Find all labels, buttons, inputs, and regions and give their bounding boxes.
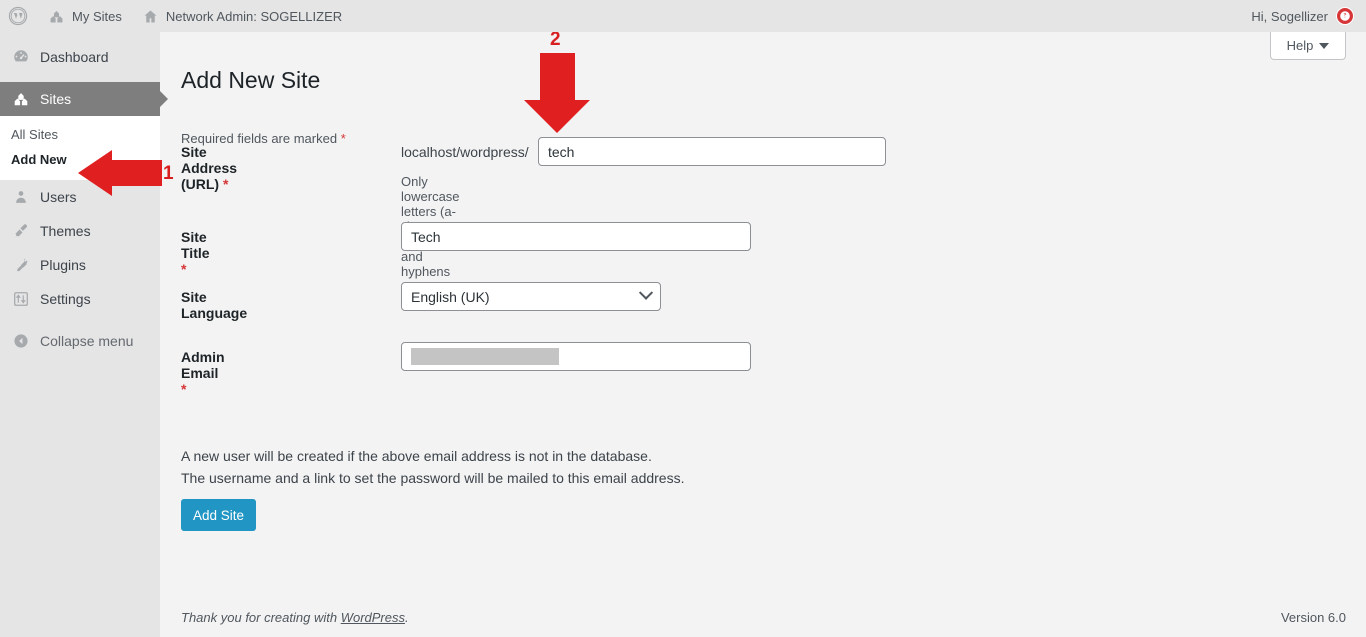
sidebar-item-label: Settings: [40, 291, 91, 307]
help-button-label: Help: [1286, 38, 1314, 53]
sidebar-item-settings[interactable]: Settings: [0, 282, 160, 316]
footer-credit-suffix: .: [405, 610, 409, 625]
sidebar-item-collapse-menu[interactable]: Collapse menu: [0, 324, 160, 358]
footer-credit-prefix: Thank you for creating with: [181, 610, 341, 625]
sidebar-item-label: Themes: [40, 223, 91, 239]
sidebar-subitem-all-sites[interactable]: All Sites: [0, 122, 160, 147]
sidebar-gap-1: [0, 74, 160, 82]
avatar: [1336, 7, 1354, 25]
wordpress-link[interactable]: WordPress: [341, 610, 405, 625]
sidebar-item-users[interactable]: Users: [0, 180, 160, 214]
sidebar-item-label: Plugins: [40, 257, 86, 273]
wordpress-logo-icon: [8, 6, 28, 26]
email-note-line-1: A new user will be created if the above …: [181, 448, 652, 464]
page-title: Add New Site: [181, 67, 321, 94]
settings-icon: [11, 289, 31, 309]
my-sites-label: My Sites: [72, 8, 122, 24]
dashboard-icon: [11, 47, 31, 67]
sidebar-item-plugins[interactable]: Plugins: [0, 248, 160, 282]
sidebar-top-gap: [0, 32, 160, 40]
multisite-icon: [48, 8, 65, 25]
site-address-required-asterisk: *: [223, 176, 229, 192]
admin-email-label-text: Admin Email: [181, 349, 225, 381]
admin-sidebar: Dashboard Sites All Sites Add New Users: [0, 32, 168, 637]
site-address-prefix: localhost/wordpress/: [401, 144, 529, 160]
admin-email-required-asterisk: *: [181, 381, 187, 397]
site-language-label-text: Site Language: [181, 289, 248, 321]
network-admin-label: Network Admin: SOGELLIZER: [165, 8, 343, 24]
site-address-label-text: Site Address (URL): [181, 144, 238, 192]
help-button[interactable]: Help: [1270, 32, 1346, 60]
chevron-down-icon: [1319, 42, 1330, 49]
plugins-icon: [11, 255, 31, 275]
add-site-button[interactable]: Add Site: [181, 499, 257, 531]
site-language-value: English (UK): [411, 288, 490, 305]
collapse-arrow-icon: [11, 331, 31, 351]
sidebar-item-label: Dashboard: [40, 49, 109, 65]
admin-email-label: Admin Email *: [181, 349, 225, 397]
sidebar-collapse-label: Collapse menu: [40, 333, 134, 349]
sidebar-gap-2: [0, 316, 160, 324]
users-icon: [11, 187, 31, 207]
admin-email-input[interactable]: [401, 342, 751, 371]
site-title-input[interactable]: [401, 222, 751, 251]
site-title-label-text: Site Title: [181, 229, 210, 261]
email-note: A new user will be created if the above …: [181, 445, 684, 489]
site-title-required-asterisk: *: [181, 261, 187, 277]
sites-icon: [11, 89, 31, 109]
sidebar-item-label: Users: [40, 189, 77, 205]
main-content: Help Add New Site Required fields are ma…: [160, 32, 1366, 637]
version-label: Version 6.0: [1280, 610, 1346, 625]
account-menu[interactable]: Hi, Sogellizer: [1251, 0, 1366, 32]
sidebar-submenu-sites: All Sites Add New: [0, 116, 160, 180]
email-note-line-2: The username and a link to set the passw…: [181, 470, 685, 486]
redacted-email-value: [411, 348, 559, 365]
site-title-label: Site Title *: [181, 229, 210, 277]
greeting-label: Hi, Sogellizer: [1251, 8, 1328, 24]
sidebar-item-sites[interactable]: Sites: [0, 82, 168, 116]
admin-bar: My Sites Network Admin: SOGELLIZER Hi, S…: [0, 0, 1366, 32]
sidebar-item-themes[interactable]: Themes: [0, 214, 160, 248]
footer-credit: Thank you for creating with WordPress.: [181, 610, 409, 625]
annotation-number-1: 1: [163, 163, 174, 184]
sidebar-item-dashboard[interactable]: Dashboard: [0, 40, 160, 74]
chevron-down-icon: [638, 285, 654, 300]
site-address-input[interactable]: [538, 137, 886, 166]
wp-logo-menu[interactable]: [0, 0, 38, 32]
site-language-select[interactable]: English (UK): [401, 282, 661, 311]
home-icon: [142, 8, 159, 25]
sidebar-subitem-add-new[interactable]: Add New: [0, 147, 160, 172]
site-address-label: Site Address (URL) *: [181, 144, 237, 192]
network-admin-menu[interactable]: Network Admin: SOGELLIZER: [132, 0, 352, 32]
my-sites-menu[interactable]: My Sites: [38, 0, 132, 32]
site-language-label: Site Language: [181, 289, 247, 321]
sidebar-item-label: Sites: [40, 91, 72, 107]
required-asterisk: *: [340, 131, 346, 146]
wordpress-network-admin-page: My Sites Network Admin: SOGELLIZER Hi, S…: [0, 0, 1366, 637]
annotation-number-2: 2: [550, 29, 561, 50]
themes-icon: [11, 221, 31, 241]
